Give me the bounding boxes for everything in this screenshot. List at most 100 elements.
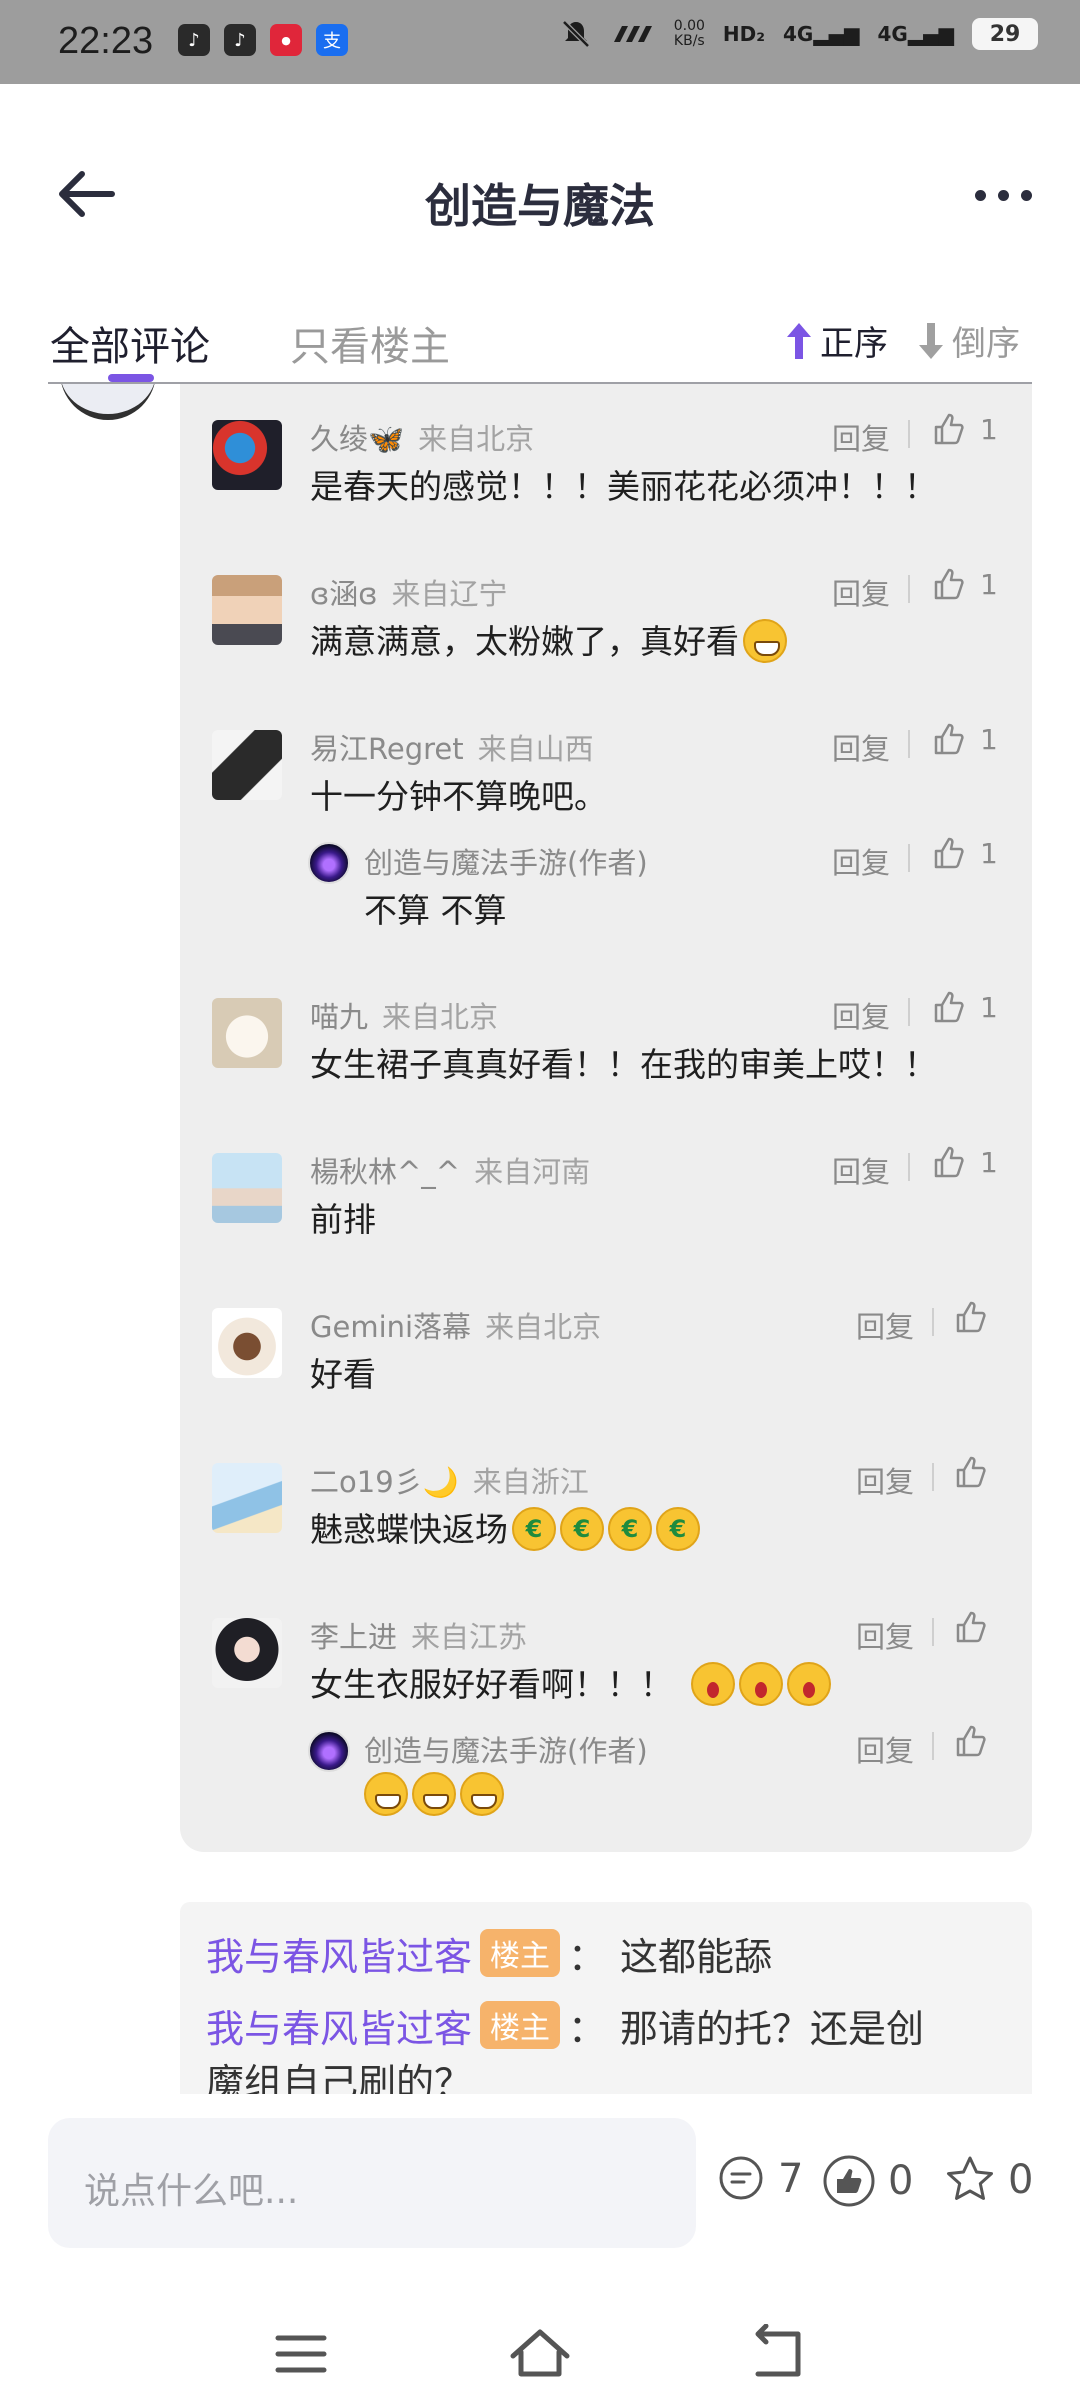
like-button[interactable]: 1 bbox=[932, 567, 998, 601]
comment-author[interactable]: Gemini落幕 来自北京 bbox=[310, 1304, 601, 1346]
avatar[interactable] bbox=[212, 575, 282, 645]
separator bbox=[932, 1308, 934, 1336]
avatar[interactable] bbox=[212, 998, 282, 1068]
like-button[interactable]: 1 bbox=[932, 990, 998, 1024]
comment-text: 女生裙子真真好看！！在我的审美上哎！！ bbox=[310, 1045, 937, 1084]
reply-button[interactable]: 回复 bbox=[856, 1304, 914, 1346]
comment-count-button[interactable]: 7 bbox=[716, 2154, 803, 2204]
money-emoji-icon bbox=[512, 1507, 556, 1551]
comment-text: 前排 bbox=[310, 1200, 376, 1239]
money-emoji-icon bbox=[608, 1507, 652, 1551]
reply-button[interactable]: 回复 bbox=[856, 1459, 914, 1501]
reply-button[interactable]: 回复 bbox=[832, 994, 890, 1036]
comment-author[interactable]: 喵九 来自北京 bbox=[310, 994, 498, 1036]
avatar[interactable] bbox=[212, 730, 282, 800]
comment-text: 满意满意，太粉嫩了，真好看 bbox=[310, 615, 787, 663]
back-nav-icon[interactable] bbox=[744, 2324, 814, 2384]
grin-emoji-icon bbox=[412, 1772, 456, 1816]
like-button[interactable] bbox=[954, 1610, 1002, 1644]
avatar[interactable] bbox=[212, 1618, 282, 1688]
reply-preview-line: 魔组自己刷的？ bbox=[206, 2061, 473, 2094]
comment-text: 魅惑蝶快返场 bbox=[310, 1503, 700, 1551]
separator bbox=[908, 844, 910, 872]
tiktok-icon: ♪ bbox=[178, 24, 210, 56]
avatar[interactable] bbox=[212, 1153, 282, 1223]
sort-ascending-button[interactable]: 正序 bbox=[784, 316, 888, 365]
separator bbox=[908, 420, 910, 448]
avatar[interactable] bbox=[212, 1463, 282, 1533]
comment-author[interactable]: 李上进 来自江苏 bbox=[310, 1614, 527, 1656]
tab-all-comments[interactable]: 全部评论 bbox=[50, 314, 210, 372]
comment-text: 十一分钟不算晚吧。 bbox=[310, 777, 607, 816]
like-button[interactable] bbox=[954, 1724, 1002, 1758]
comment-author[interactable]: 久绫🦋 来自北京 bbox=[310, 416, 534, 458]
reply-preview-line: 我与春风皆过客 楼主：那请的托？还是创 bbox=[206, 1998, 924, 2053]
system-nav-bar bbox=[0, 2324, 1080, 2400]
comment-author[interactable]: ɞ涵ɞ 来自辽宁 bbox=[310, 571, 508, 613]
sub-reply-author[interactable]: 创造与魔法手游(作者) bbox=[364, 1728, 648, 1770]
author-avatar[interactable] bbox=[308, 1730, 350, 1772]
thumbs-up-icon bbox=[934, 991, 964, 1023]
tab-owner-only[interactable]: 只看楼主 bbox=[290, 314, 450, 372]
favorite-count-button[interactable]: 0 bbox=[944, 2154, 1033, 2206]
like-button[interactable]: 1 bbox=[932, 412, 998, 446]
like-button[interactable] bbox=[954, 1300, 1002, 1334]
comment-author[interactable]: 楊秋林^_^ 来自河南 bbox=[310, 1149, 590, 1191]
thumbs-up-icon bbox=[956, 1456, 986, 1488]
grin-emoji-icon bbox=[364, 1772, 408, 1816]
author-avatar[interactable] bbox=[308, 842, 350, 884]
like-button[interactable]: 1 bbox=[932, 1145, 998, 1179]
menu-icon[interactable] bbox=[266, 2324, 336, 2384]
like-button[interactable] bbox=[954, 1455, 1002, 1489]
avatar[interactable] bbox=[212, 1308, 282, 1378]
sort-descending-button[interactable]: 倒序 bbox=[916, 316, 1020, 365]
money-emoji-icon bbox=[656, 1507, 700, 1551]
sub-reply-author[interactable]: 创造与魔法手游(作者) bbox=[364, 840, 648, 882]
status-right: 0.00 KB/s HD₂ 4G▂▄▆ 4G▂▄▆ 29 bbox=[560, 18, 1038, 50]
signal-1: 4G▂▄▆ bbox=[783, 22, 860, 46]
arrow-up-icon bbox=[787, 322, 811, 359]
status-time: 22:23 bbox=[58, 20, 154, 62]
separator bbox=[908, 730, 910, 758]
xiaohongshu-icon: ● bbox=[270, 24, 302, 56]
separator bbox=[908, 575, 910, 603]
thumbs-up-icon bbox=[956, 1301, 986, 1333]
reply-user[interactable]: 我与春风皆过客 bbox=[206, 1935, 472, 1979]
money-emoji-icon bbox=[560, 1507, 604, 1551]
signal-2: 4G▂▄▆ bbox=[877, 22, 955, 46]
comment-author[interactable]: 二o19彡🌙 来自浙江 bbox=[310, 1459, 589, 1501]
thumbs-up-icon bbox=[934, 568, 964, 600]
more-options-icon[interactable] bbox=[968, 180, 1038, 210]
separator bbox=[908, 998, 910, 1026]
comment-input[interactable]: 说点什么吧... bbox=[48, 2118, 696, 2248]
comment-list[interactable]: 久绫🦋 来自北京 是春天的感觉！！！美丽花花必须冲！！！ 回复 1 ɞ涵ɞ 来自辽宁… bbox=[0, 384, 1080, 2094]
grin-emoji-icon bbox=[460, 1772, 504, 1816]
reply-button[interactable]: 回复 bbox=[832, 726, 890, 768]
comment-author[interactable]: 易江Regret 来自山西 bbox=[310, 726, 594, 768]
comment-text: 是春天的感觉！！！美丽花花必须冲！！！ bbox=[310, 467, 937, 506]
reply-button[interactable]: 回复 bbox=[832, 840, 890, 882]
reply-button[interactable]: 回复 bbox=[856, 1728, 914, 1770]
network-speed: 0.00 KB/s bbox=[673, 18, 705, 49]
like-button[interactable]: 1 bbox=[932, 836, 998, 870]
avatar[interactable] bbox=[212, 420, 282, 490]
like-button[interactable]: 1 bbox=[932, 722, 998, 756]
thumbs-up-icon bbox=[956, 1611, 986, 1643]
reply-user[interactable]: 我与春风皆过客 bbox=[206, 2007, 472, 2051]
reply-button[interactable]: 回复 bbox=[832, 571, 890, 613]
tab-active-indicator bbox=[108, 374, 154, 382]
separator bbox=[908, 1153, 910, 1181]
owner-badge: 楼主 bbox=[480, 2001, 561, 2049]
reply-button[interactable]: 回复 bbox=[832, 416, 890, 458]
reply-button[interactable]: 回复 bbox=[832, 1149, 890, 1191]
comment-tabs: 全部评论 只看楼主 正序 倒序 bbox=[0, 222, 1080, 382]
thumbs-up-icon bbox=[956, 1725, 986, 1757]
grin-emoji-icon bbox=[743, 619, 787, 663]
reply-preview[interactable]: 我与春风皆过客 楼主：这都能舔 我与春风皆过客 楼主：那请的托？还是创 魔组自己刷的… bbox=[180, 1902, 1032, 2094]
vibrate-icon bbox=[613, 26, 652, 42]
home-icon[interactable] bbox=[505, 2324, 575, 2384]
reply-button[interactable]: 回复 bbox=[856, 1614, 914, 1656]
avatar[interactable] bbox=[60, 384, 156, 420]
like-count-button[interactable]: 0 bbox=[822, 2154, 913, 2208]
thumbs-up-circle-icon bbox=[823, 2155, 875, 2207]
